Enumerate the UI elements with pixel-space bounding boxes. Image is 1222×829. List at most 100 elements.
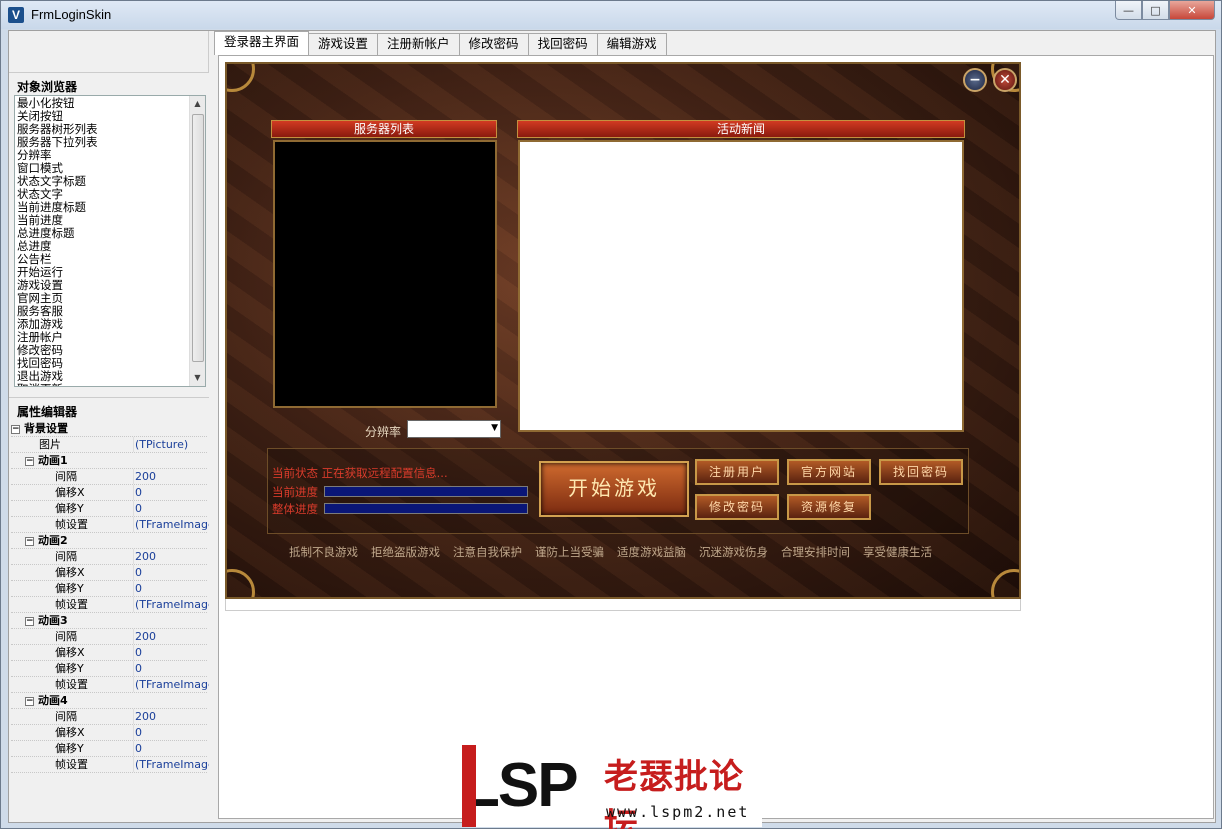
property-value[interactable]: (TPicture) bbox=[133, 437, 209, 452]
property-key-text: 动画3 bbox=[38, 614, 68, 627]
scroll-up-icon[interactable]: ▲ bbox=[190, 96, 205, 112]
property-key: 帧设置 bbox=[11, 597, 88, 612]
property-group-row[interactable]: − 背景设置 bbox=[11, 421, 207, 437]
property-row[interactable]: 间隔 200 bbox=[11, 629, 207, 645]
property-row[interactable]: 帧设置 (TFrameImages bbox=[11, 757, 209, 773]
property-key-text: 图片 bbox=[39, 438, 61, 451]
change-password-button[interactable]: 修改密码 bbox=[695, 494, 779, 520]
recover-password-button[interactable]: 找回密码 bbox=[879, 459, 963, 485]
property-value[interactable]: 200 bbox=[133, 629, 209, 644]
property-value[interactable]: 0 bbox=[133, 725, 209, 740]
property-group-row[interactable]: − 动画3 bbox=[11, 613, 207, 629]
watermark-red-bar bbox=[462, 745, 476, 827]
property-row[interactable]: 间隔 200 bbox=[11, 469, 207, 485]
app-window: V FrmLoginSkin — □ ✕ 对象浏览器 最小化按钮 关闭按钮 服务器树… bbox=[0, 0, 1222, 829]
official-site-button[interactable]: 官方网站 bbox=[787, 459, 871, 485]
property-grid[interactable]: − 背景设置 图片 (TPicture) − 动画1 间隔 200 偏移X 0 偏移Y 0 帧设置 (TF… bbox=[11, 421, 209, 773]
property-value[interactable]: (TFrameImages bbox=[133, 597, 209, 612]
property-row[interactable]: 偏移Y 0 bbox=[11, 501, 207, 517]
property-value[interactable]: 200 bbox=[133, 709, 209, 724]
property-row[interactable]: 偏移Y 0 bbox=[11, 741, 207, 757]
property-row[interactable]: 偏移X 0 bbox=[11, 485, 207, 501]
property-key-text: 间隔 bbox=[55, 470, 77, 483]
total-progress-bar bbox=[324, 503, 528, 514]
property-key-text: 偏移X bbox=[55, 486, 85, 499]
title-bar[interactable]: V FrmLoginSkin — □ ✕ bbox=[1, 1, 1221, 29]
property-row[interactable]: 间隔 200 bbox=[11, 709, 207, 725]
server-list[interactable] bbox=[273, 140, 497, 408]
tab-0[interactable]: 登录器主界面 bbox=[214, 31, 310, 55]
collapse-icon[interactable]: − bbox=[11, 424, 20, 434]
property-value[interactable]: 0 bbox=[133, 661, 209, 676]
slogan-text: 沉迷游戏伤身 bbox=[699, 545, 768, 559]
property-row[interactable]: 偏移X 0 bbox=[11, 645, 207, 661]
object-browser-list[interactable]: 最小化按钮 关闭按钮 服务器树形列表 服务器下拉列表 分辨率 窗口模式 状态文字标题 状态文字… bbox=[14, 95, 206, 387]
property-row[interactable]: 帧设置 (TFrameImages bbox=[11, 677, 209, 693]
property-value[interactable]: 0 bbox=[133, 645, 209, 660]
property-value[interactable]: 0 bbox=[133, 501, 209, 516]
tab-2[interactable]: 注册新帐户 bbox=[377, 33, 460, 55]
property-row[interactable]: 偏移X 0 bbox=[11, 565, 207, 581]
collapse-icon[interactable]: − bbox=[25, 696, 34, 706]
client-area: 对象浏览器 最小化按钮 关闭按钮 服务器树形列表 服务器下拉列表 分辨率 窗口模式 状态文字… bbox=[8, 30, 1216, 823]
tab-5[interactable]: 编辑游戏 bbox=[596, 33, 667, 55]
collapse-icon[interactable]: − bbox=[25, 536, 34, 546]
property-row[interactable]: 偏移Y 0 bbox=[11, 661, 207, 677]
maximize-button[interactable]: □ bbox=[1142, 1, 1169, 20]
property-value[interactable]: 0 bbox=[133, 485, 209, 500]
collapse-icon[interactable]: − bbox=[25, 456, 34, 466]
minus-icon: − bbox=[969, 72, 981, 88]
scroll-thumb[interactable] bbox=[192, 114, 204, 362]
property-key-text: 偏移Y bbox=[55, 582, 84, 595]
start-game-button[interactable]: 开始游戏 bbox=[539, 461, 689, 517]
property-value[interactable]: 0 bbox=[133, 581, 209, 596]
tab-3[interactable]: 修改密码 bbox=[458, 33, 529, 55]
scroll-down-icon[interactable]: ▼ bbox=[190, 370, 205, 386]
tab-1[interactable]: 游戏设置 bbox=[308, 33, 379, 55]
tab-4[interactable]: 找回密码 bbox=[527, 33, 598, 55]
login-skin-preview[interactable]: − ✕ 服务器列表 活动新闻 分辨率 ▼ 当前状态 正在获取远程配置信息... … bbox=[225, 62, 1021, 599]
property-value[interactable]: (TFrameImages bbox=[133, 757, 209, 772]
minimize-button[interactable]: — bbox=[1115, 1, 1142, 20]
collapse-icon[interactable]: − bbox=[25, 616, 34, 626]
skin-close-button[interactable]: ✕ bbox=[993, 68, 1017, 92]
corner-ornament bbox=[227, 569, 255, 597]
property-value[interactable]: (TFrameImages bbox=[133, 677, 209, 692]
property-key-text: 偏移Y bbox=[55, 742, 84, 755]
property-group-row[interactable]: − 动画4 bbox=[11, 693, 207, 709]
property-key-text: 动画2 bbox=[38, 534, 68, 547]
property-row[interactable]: 帧设置 (TFrameImages bbox=[11, 597, 209, 613]
skin-minimize-button[interactable]: − bbox=[963, 68, 987, 92]
design-canvas[interactable]: − ✕ 服务器列表 活动新闻 分辨率 ▼ 当前状态 正在获取远程配置信息... … bbox=[218, 55, 1214, 819]
property-group-row[interactable]: − 动画1 bbox=[11, 453, 207, 469]
property-row[interactable]: 图片 (TPicture) bbox=[11, 437, 207, 453]
object-list-item[interactable]: 取消更新 bbox=[17, 383, 189, 387]
property-row[interactable]: 偏移Y 0 bbox=[11, 581, 207, 597]
property-row[interactable]: 间隔 200 bbox=[11, 549, 207, 565]
property-key-text: 偏移X bbox=[55, 566, 85, 579]
object-browser-title: 对象浏览器 bbox=[17, 80, 78, 94]
property-value[interactable]: 0 bbox=[133, 741, 209, 756]
property-key-text: 偏移Y bbox=[55, 662, 84, 675]
property-group-row[interactable]: − 动画2 bbox=[11, 533, 207, 549]
property-key-text: 偏移X bbox=[55, 726, 85, 739]
object-list-scrollbar[interactable]: ▲ ▼ bbox=[189, 96, 205, 386]
property-value[interactable]: (TFrameImages bbox=[133, 517, 209, 532]
property-key: − 动画2 bbox=[11, 533, 68, 548]
close-icon: ✕ bbox=[1187, 3, 1197, 17]
property-value[interactable]: 200 bbox=[133, 469, 209, 484]
news-panel[interactable] bbox=[518, 140, 964, 432]
property-key-text: 间隔 bbox=[55, 710, 77, 723]
property-key: − 动画4 bbox=[11, 693, 68, 708]
register-button[interactable]: 注册用户 bbox=[695, 459, 779, 485]
property-row[interactable]: 帧设置 (TFrameImages bbox=[11, 517, 209, 533]
resolution-select[interactable]: ▼ bbox=[407, 420, 501, 438]
property-value[interactable]: 0 bbox=[133, 565, 209, 580]
property-row[interactable]: 偏移X 0 bbox=[11, 725, 207, 741]
close-button[interactable]: ✕ bbox=[1169, 1, 1215, 20]
repair-resources-button[interactable]: 资源修复 bbox=[787, 494, 871, 520]
property-key: 图片 bbox=[11, 437, 61, 452]
server-list-header: 服务器列表 bbox=[271, 120, 497, 138]
property-key-text: 间隔 bbox=[55, 630, 77, 643]
property-value[interactable]: 200 bbox=[133, 549, 209, 564]
